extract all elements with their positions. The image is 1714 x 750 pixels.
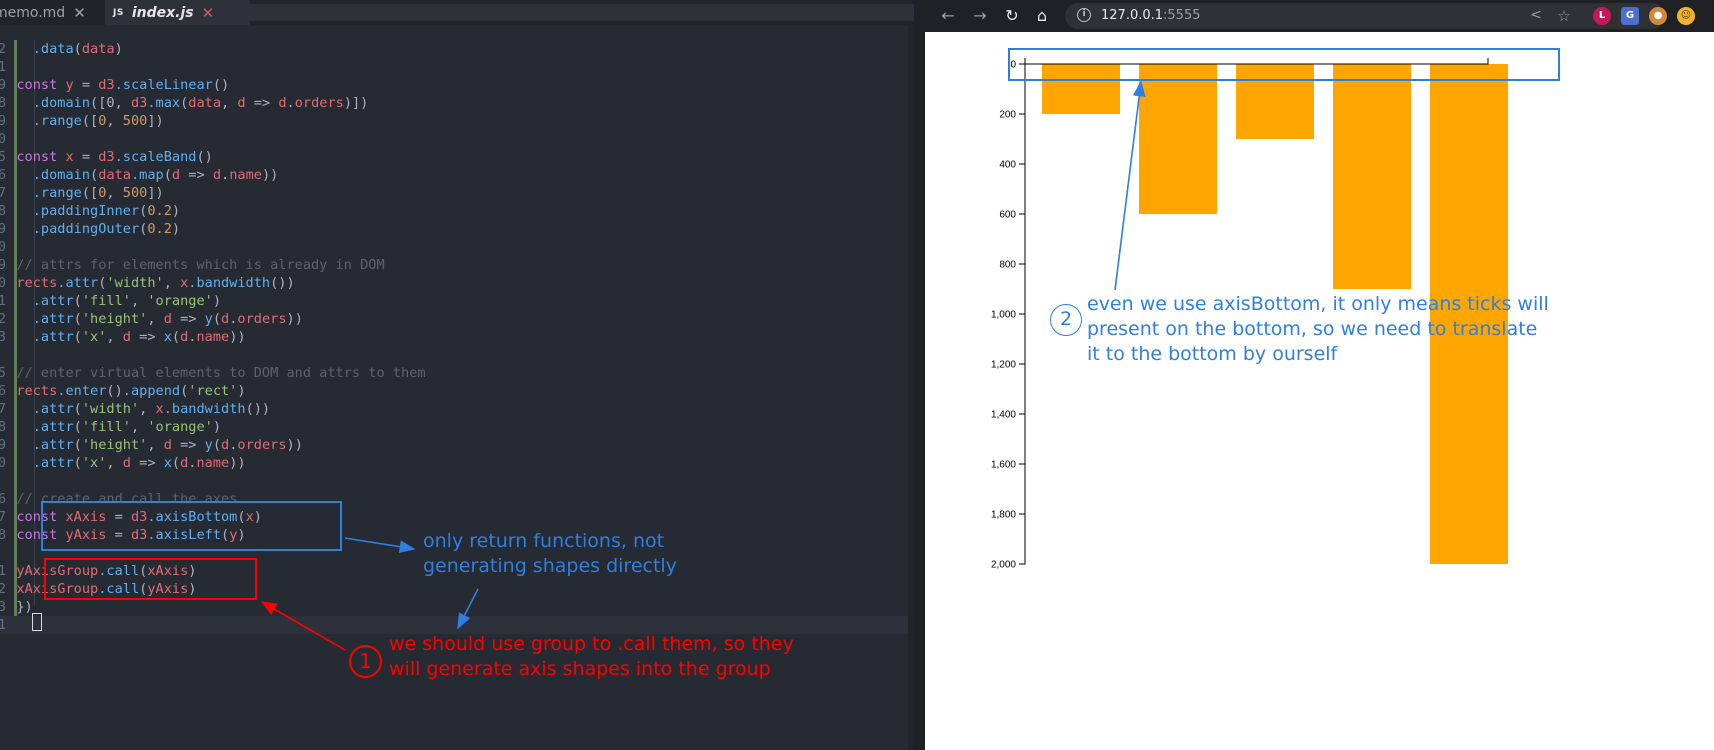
close-icon[interactable]: ✕	[202, 4, 215, 22]
cookie-extension-icon[interactable]: ●	[1649, 7, 1667, 25]
bar-chart: 02004006008001,0001,2001,4001,6001,8002,…	[991, 58, 1508, 571]
bar	[1333, 64, 1411, 289]
code-text: // attrs for elements which is already i…	[0, 257, 385, 273]
code-line[interactable]: 0	[0, 238, 914, 256]
blue-step-number: 2	[1050, 304, 1082, 336]
code-line[interactable]: 5 const x = d3.scaleBand()	[0, 148, 914, 166]
share-icon[interactable]: <	[1525, 4, 1547, 26]
url-text: 127.0.0.1:5555	[1101, 8, 1201, 23]
back-icon[interactable]: ←	[937, 5, 959, 27]
y-tick-label: 1,400	[991, 410, 1016, 421]
browser-window: ← → ↻ ⌂ i 127.0.0.1:5555 < ☆ L G ● ☺ 0 20…	[925, 0, 1714, 750]
code-line[interactable]	[0, 346, 914, 364]
code-line[interactable]: 2 .data(data)	[0, 40, 914, 58]
y-tick-label: 600	[999, 210, 1016, 221]
code-line[interactable]	[0, 472, 914, 490]
code-line[interactable]: 6 rects.enter().append('rect')	[0, 382, 914, 400]
code-line[interactable]: 1 .attr('fill', 'orange')	[0, 292, 914, 310]
tab-label: memo.md	[0, 4, 66, 21]
code-text: rects.enter().append('rect')	[0, 383, 246, 399]
red-annotation-note: we should use group to .call them, so th…	[389, 633, 794, 680]
code-text: rects.attr('width', x.bandwidth())	[0, 275, 295, 291]
blue-annotation-note: only return functions, not generating sh…	[423, 530, 677, 577]
y-tick-label: 1,600	[991, 460, 1016, 471]
code-editor[interactable]: memo.md ✕ JS index.js ✕ 2 .data(data) 1 9 …	[0, 0, 914, 750]
y-tick-label: 1,000	[991, 310, 1016, 321]
javascript-file-icon: JS	[113, 7, 124, 18]
code-text: })	[0, 599, 33, 615]
code-text: .attr('width', x.bandwidth())	[0, 401, 271, 417]
axes-call-highlight-box	[44, 558, 257, 600]
code-line[interactable]: 8 .attr('fill', 'orange')	[0, 418, 914, 436]
code-line[interactable]: 8 .domain([0, d3.max(data, d => d.orders…	[0, 94, 914, 112]
line-number: 1	[0, 617, 6, 633]
red-step-number: 1	[349, 645, 382, 678]
translate-extension-icon[interactable]: G	[1621, 7, 1639, 25]
code-line[interactable]: 3 })	[0, 598, 914, 616]
y-tick-label: 2,000	[991, 560, 1016, 571]
star-icon[interactable]: ☆	[1553, 5, 1575, 27]
code-line[interactable]: 7 .range([0, 500])	[0, 184, 914, 202]
code-text: // enter virtual elements to DOM and att…	[0, 365, 426, 381]
x-axis-highlight-box	[1008, 48, 1560, 81]
y-tick-label: 400	[999, 160, 1016, 171]
browser-toolbar: ← → ↻ ⌂ i 127.0.0.1:5555 < ☆ L G ● ☺	[925, 0, 1714, 32]
code-text: .domain(data.map(d => d.name))	[0, 167, 279, 183]
tab-index-js[interactable]: JS index.js ✕	[105, 0, 250, 25]
code-text: .range([0, 500])	[0, 113, 164, 129]
bar	[1139, 64, 1217, 214]
code-line[interactable]: 6 .domain(data.map(d => d.name))	[0, 166, 914, 184]
code-text: .attr('fill', 'orange')	[0, 293, 222, 309]
reload-icon[interactable]: ↻	[1001, 5, 1023, 27]
text-cursor	[32, 613, 42, 631]
code-line[interactable]: 5 // enter virtual elements to DOM and a…	[0, 364, 914, 382]
code-line[interactable]: 0 rects.attr('width', x.bandwidth())	[0, 274, 914, 292]
code-text: const x = d3.scaleBand()	[0, 149, 213, 165]
line-number: 1	[0, 59, 6, 75]
code-text: .paddingOuter(0.2)	[0, 221, 181, 237]
window-split-divider[interactable]	[914, 0, 925, 750]
code-line[interactable]: 3 .attr('x', d => x(d.name))	[0, 328, 914, 346]
code-text: const y = d3.scaleLinear()	[0, 77, 230, 93]
code-text: .domain([0, d3.max(data, d => d.orders)]…	[0, 95, 369, 111]
code-text: .paddingInner(0.2)	[0, 203, 181, 219]
emoji-extension-icon[interactable]: ☺	[1677, 7, 1695, 25]
code-line[interactable]: 0	[0, 130, 914, 148]
code-line[interactable]: 2 .attr('height', d => y(d.orders))	[0, 310, 914, 328]
code-text: .data(data)	[32, 41, 123, 57]
home-icon[interactable]: ⌂	[1031, 5, 1053, 27]
code-line[interactable]: 0 .attr('x', d => x(d.name))	[0, 454, 914, 472]
code-line[interactable]: 9 .range([0, 500])	[0, 112, 914, 130]
code-text: .attr('fill', 'orange')	[0, 419, 222, 435]
editor-tab-bar: memo.md ✕ JS index.js ✕	[0, 0, 914, 25]
code-line[interactable]: 9 const y = d3.scaleLinear()	[0, 76, 914, 94]
code-text: .attr('x', d => x(d.name))	[0, 455, 246, 471]
line-number: 0	[0, 239, 6, 255]
code-line[interactable]: 9 // attrs for elements which is already…	[0, 256, 914, 274]
code-line[interactable]: 7 .attr('width', x.bandwidth())	[0, 400, 914, 418]
tab-bar-empty-area	[250, 4, 914, 21]
y-tick-label: 1,200	[991, 360, 1016, 371]
axis-translate-note: even we use axisBottom, it only means ti…	[1087, 293, 1549, 365]
code-text: .attr('height', d => y(d.orders))	[0, 437, 303, 453]
code-line[interactable]: 9 .paddingOuter(0.2)	[0, 220, 914, 238]
code-text: .attr('height', d => y(d.orders))	[0, 311, 303, 327]
code-line[interactable]: 9 .attr('height', d => y(d.orders))	[0, 436, 914, 454]
axes-declaration-highlight-box	[41, 501, 342, 551]
y-tick-label: 1,800	[991, 510, 1016, 521]
info-icon[interactable]: i	[1077, 8, 1091, 22]
extension-lr-icon[interactable]: L	[1593, 7, 1611, 25]
tab-memo-md[interactable]: memo.md ✕	[0, 0, 90, 25]
y-tick-label: 800	[999, 260, 1016, 271]
tab-label: index.js	[131, 4, 194, 21]
address-bar[interactable]: i 127.0.0.1:5555	[1065, 3, 1665, 29]
y-tick-label: 200	[999, 110, 1016, 121]
code-text: .attr('x', d => x(d.name))	[0, 329, 246, 345]
close-icon[interactable]: ✕	[73, 4, 86, 22]
code-line[interactable]: 8 .paddingInner(0.2)	[0, 202, 914, 220]
code-line[interactable]: 1	[0, 58, 914, 76]
code-text: .range([0, 500])	[0, 185, 164, 201]
forward-icon[interactable]: →	[969, 5, 991, 27]
line-number: 0	[0, 131, 6, 147]
